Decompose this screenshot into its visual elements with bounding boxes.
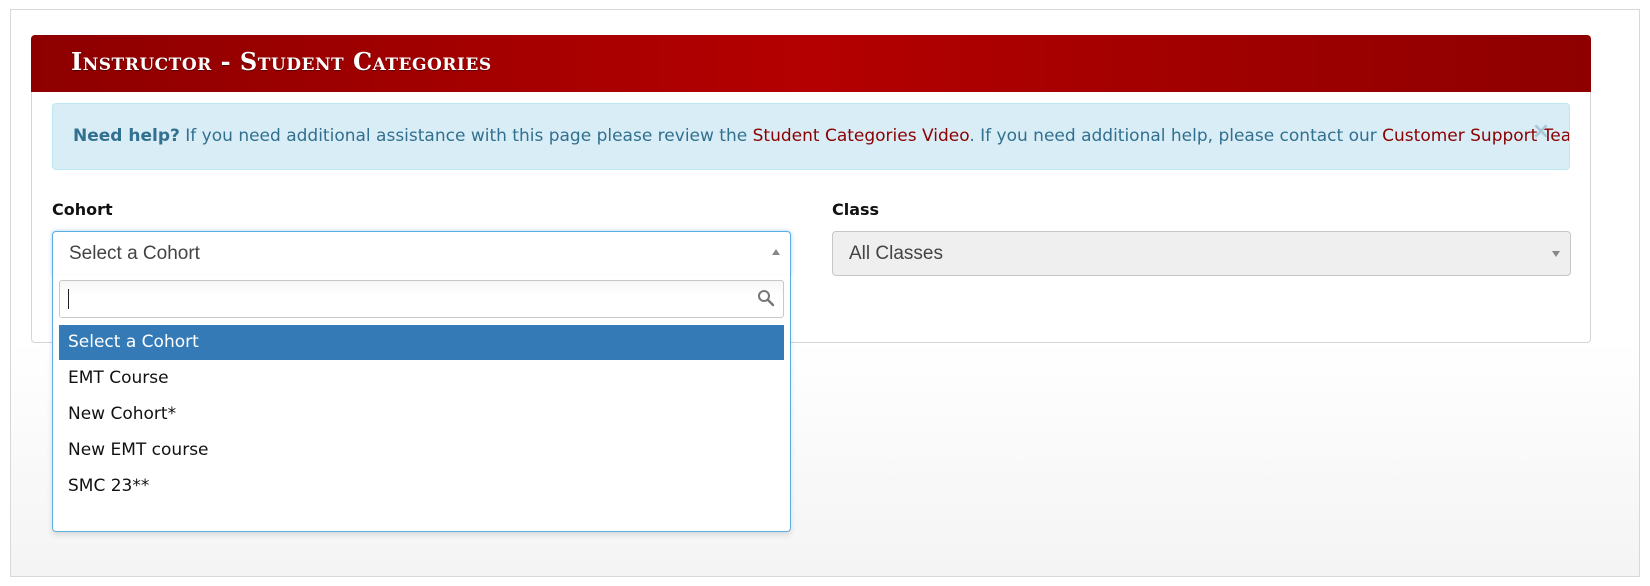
page-title: Instructor - Student Categories [71, 47, 492, 76]
panel-header: Instructor - Student Categories [31, 35, 1591, 92]
help-text-middle: . If you need additional help, please co… [969, 126, 1383, 146]
cohort-option[interactable]: SMC 23** [59, 469, 784, 505]
caret-up-icon [772, 249, 780, 255]
cohort-select[interactable]: Select a Cohort [52, 231, 791, 276]
cohort-search-input[interactable] [60, 281, 750, 317]
text-cursor [68, 289, 69, 309]
cohort-option[interactable]: New EMT course [59, 433, 784, 469]
class-select[interactable]: All Classes [832, 231, 1571, 276]
help-strong: Need help? [73, 126, 180, 146]
cohort-option[interactable]: EMT Course [59, 361, 784, 397]
close-icon[interactable]: × [1531, 121, 1551, 143]
page-frame: Instructor - Student Categories Need hel… [10, 9, 1640, 577]
cohort-selected-value: Select a Cohort [69, 243, 200, 264]
help-alert: Need help? If you need additional assist… [52, 103, 1570, 170]
student-categories-panel: Instructor - Student Categories Need hel… [31, 35, 1591, 532]
class-label: Class [832, 200, 880, 219]
student-categories-video-link[interactable]: Student Categories Video [753, 126, 970, 146]
cohort-option[interactable]: Select a Cohort [59, 325, 784, 360]
cohort-dropdown: Select a Cohort EMT Course New Cohort* N… [52, 275, 791, 532]
cohort-search-box[interactable] [59, 280, 784, 318]
cohort-label: Cohort [52, 200, 113, 219]
cohort-options-list: Select a Cohort EMT Course New Cohort* N… [59, 325, 784, 505]
cohort-option[interactable]: New Cohort* [59, 397, 784, 433]
caret-down-icon [1552, 251, 1560, 257]
search-icon [758, 290, 775, 307]
help-text-before: If you need additional assistance with t… [179, 126, 753, 146]
class-selected-value: All Classes [849, 243, 943, 264]
